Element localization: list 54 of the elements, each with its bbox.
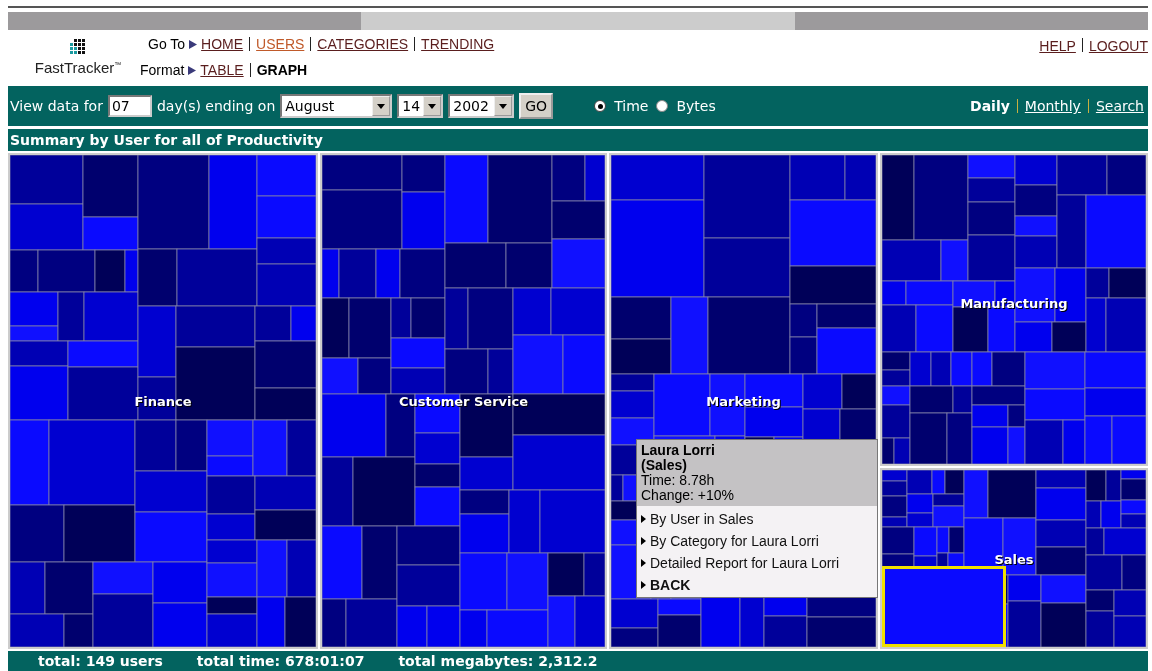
nav-link[interactable]: USERS [256, 36, 305, 52]
current-period: Daily [970, 98, 1010, 114]
user-name: Laura Lorri [641, 443, 716, 458]
nav-link[interactable]: CATEGORIES [317, 36, 409, 52]
radio-button[interactable] [656, 100, 669, 112]
triangle-icon [641, 537, 646, 545]
group-label: Finance [134, 393, 192, 409]
group-label: Marketing [706, 393, 781, 409]
filter-label: day(s) ending on [156, 98, 276, 114]
triangle-icon [641, 581, 646, 589]
current-format: GRAPH [256, 62, 308, 78]
arrow-icon [188, 65, 197, 75]
triangle-icon [641, 559, 646, 567]
dropdown-arrow-icon [499, 103, 508, 109]
radio-label[interactable]: Time [614, 98, 649, 114]
arrow-icon [189, 39, 198, 49]
logo-text: FastTracker$^{™}$ [34, 58, 122, 76]
total-text: total: 149 users [38, 653, 163, 669]
total-text: total time: 678:01:07 [196, 653, 365, 669]
period-link[interactable]: Search [1095, 98, 1144, 114]
group-label: Sales [994, 551, 1034, 566]
nav-link[interactable]: HOME [201, 36, 244, 52]
nav-label: Format [140, 62, 185, 78]
user-group: (Sales) [641, 458, 873, 473]
treemap-group[interactable]: Sales [880, 468, 1148, 649]
treemap-group[interactable]: Manufacturing [880, 153, 1148, 466]
day-select[interactable]: 14 [397, 94, 444, 118]
nav-link[interactable]: TRENDING [421, 36, 495, 52]
triangle-icon [641, 515, 646, 523]
group-label: Manufacturing [960, 295, 1068, 311]
format-link[interactable]: TABLE [200, 62, 244, 78]
user-time: Time: 8.78h [641, 473, 716, 488]
tooltip-link[interactable]: BACK [641, 577, 691, 593]
total-text: total megabytes: 2,312.2 [398, 653, 598, 669]
account-link[interactable]: LOGOUT [1088, 38, 1148, 84]
tooltip-link[interactable]: Detailed Report for Laura Lorri [641, 555, 840, 571]
account-link[interactable]: HELP [1039, 38, 1076, 84]
tooltip-link[interactable]: By Category for Laura Lorri [641, 533, 819, 549]
summary-title: Summary by User for all of Productivity [8, 129, 1148, 151]
radio-label[interactable]: Bytes [676, 98, 716, 114]
tooltip-link[interactable]: By User in Sales [641, 511, 754, 527]
go-button[interactable]: GO [519, 93, 554, 119]
radio-button[interactable] [594, 100, 607, 112]
dropdown-arrow-icon [428, 103, 437, 109]
logo-icon [70, 38, 86, 55]
month-select[interactable]: August [280, 94, 393, 118]
filter-label: View data for [10, 98, 103, 114]
user-change: Change: +10% [641, 488, 736, 503]
dropdown-arrow-icon [377, 103, 386, 109]
year-select[interactable]: 2002 [448, 94, 515, 118]
treemap-group[interactable]: Finance [8, 153, 318, 649]
nav-label: Go To [148, 36, 186, 52]
period-link[interactable]: Monthly [1024, 98, 1081, 114]
days-field[interactable]: 07 [107, 95, 152, 117]
